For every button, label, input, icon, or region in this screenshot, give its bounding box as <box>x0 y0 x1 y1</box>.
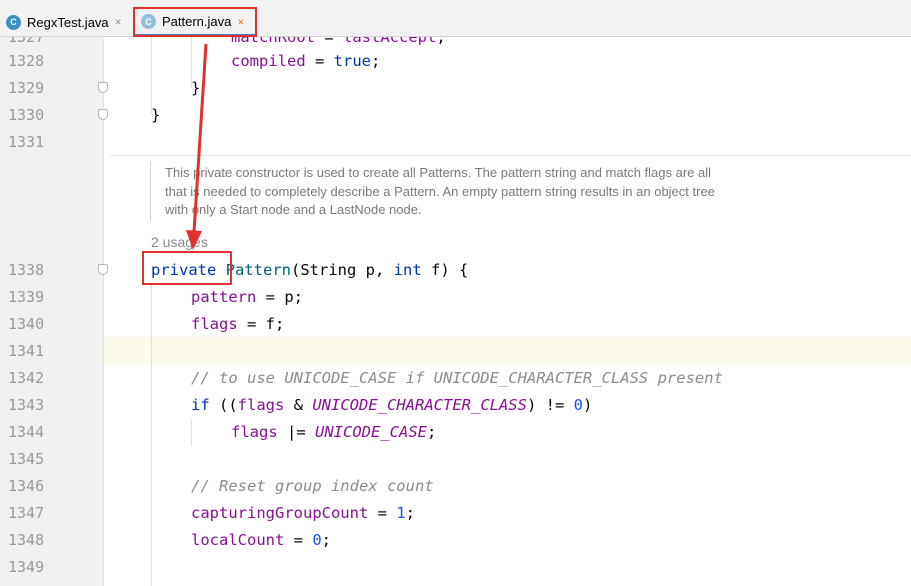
line-number: 1331 <box>8 133 45 151</box>
code-line-1346: // Reset group index count <box>191 477 434 495</box>
line-number: 1348 <box>8 531 45 549</box>
indent-guide <box>151 285 152 586</box>
line-number: 1329 <box>8 79 45 97</box>
code-line-1347: capturingGroupCount = 1; <box>191 504 415 522</box>
code-line-1344: flags |= UNICODE_CASE; <box>231 423 437 441</box>
java-class-icon: C <box>6 14 21 30</box>
line-number: 1338 <box>8 261 45 279</box>
close-icon[interactable]: × <box>115 15 122 29</box>
code-line-1340: flags = f; <box>191 315 285 333</box>
javadoc-bar <box>150 161 151 221</box>
line-number: 1340 <box>8 315 45 333</box>
code-line-1342: // to use UNICODE_CASE if UNICODE_CHARAC… <box>191 369 723 387</box>
javadoc-text: This private constructor is used to crea… <box>165 165 715 217</box>
line-number: 1346 <box>8 477 45 495</box>
line-number: 1345 <box>8 450 45 468</box>
tab-label: RegxTest.java <box>27 14 109 30</box>
current-line-highlight <box>104 337 911 364</box>
line-number: 1330 <box>8 106 45 124</box>
usages-hint[interactable]: 2 usages <box>151 234 208 252</box>
code-line-1329: } <box>191 79 201 97</box>
indent-guide <box>191 420 192 446</box>
code-line-1343: if ((flags & UNICODE_CHARACTER_CLASS) !=… <box>191 396 593 414</box>
line-number: 1341 <box>8 342 45 360</box>
line-number: 1343 <box>8 396 45 414</box>
fold-marker-icon[interactable] <box>98 82 108 93</box>
line-number: 1347 <box>8 504 45 522</box>
private-highlight-box <box>142 251 232 285</box>
line-number: 1328 <box>8 52 45 70</box>
code-editor[interactable]: 1327 1328 1329 1330 1331 1338 1339 1340 … <box>0 37 911 586</box>
fold-marker-icon[interactable] <box>98 264 108 275</box>
code-line-1339: pattern = p; <box>191 288 303 306</box>
line-number: 1342 <box>8 369 45 387</box>
code-line-1328: compiled = true; <box>231 52 381 70</box>
code-line-1348: localCount = 0; <box>191 531 332 549</box>
line-number: 1344 <box>8 423 45 441</box>
code-line-1330: } <box>151 106 161 124</box>
fold-marker-icon[interactable] <box>98 109 108 120</box>
tab-highlight-box <box>133 7 257 37</box>
tab-regxtest-java[interactable]: C RegxTest.java × <box>6 8 122 36</box>
line-number: 1349 <box>8 558 45 576</box>
line-number: 1339 <box>8 288 45 306</box>
